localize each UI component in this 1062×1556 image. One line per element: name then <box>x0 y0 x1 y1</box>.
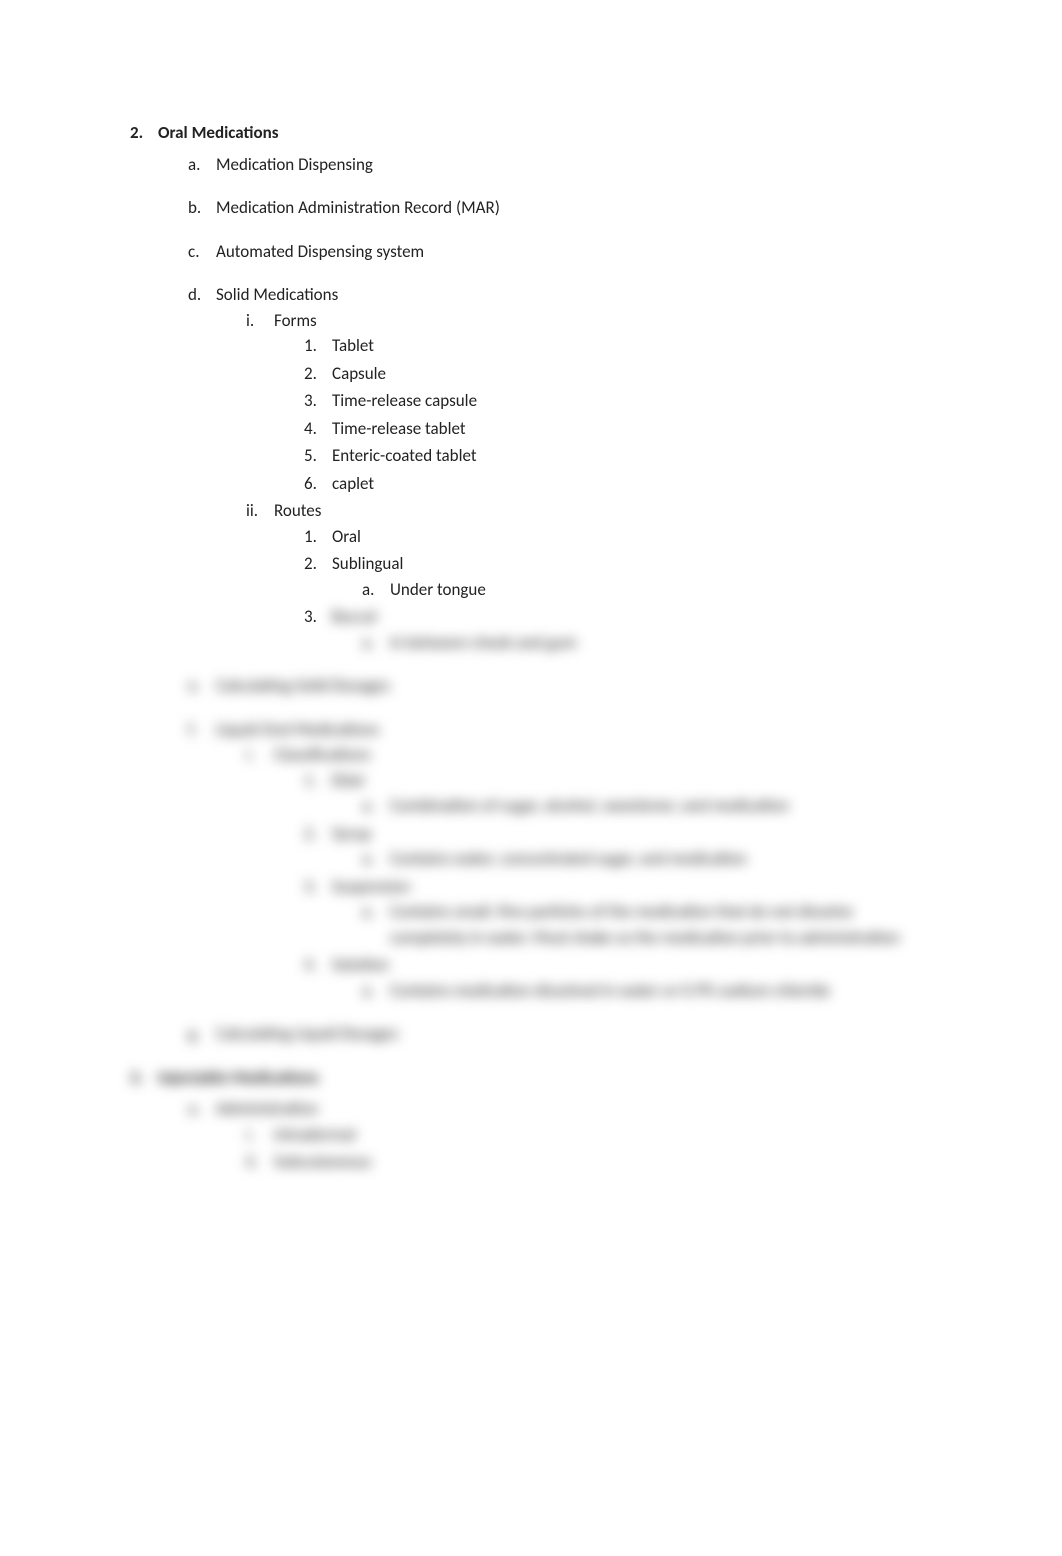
item-text: caplet <box>332 473 374 494</box>
item-text: In between cheek and gum <box>390 632 577 653</box>
item-d-sub: i. Forms 1.Tablet 2.Capsule 3.Time-relea… <box>216 308 932 656</box>
form-2: 2.Capsule <box>304 361 932 387</box>
section-title: Oral Medications <box>158 122 279 143</box>
class-4: 4. Solution a.Contains medication dissol… <box>304 952 932 1003</box>
form-6: 6.caplet <box>304 471 932 497</box>
item-a: a. Medication Dispensing <box>188 152 932 178</box>
route-2: 2. Sublingual a.Under tongue <box>304 551 932 602</box>
item-text: Syrup <box>332 823 371 844</box>
item-text: Elixir <box>332 770 365 791</box>
item-text: Solution <box>332 954 389 975</box>
section-2-items: a. Medication Dispensing b. Medication A… <box>158 152 932 1047</box>
item-f: f. Liquid Oral Medications i. Classifica… <box>188 717 932 1004</box>
routes-list: 1.Oral 2. Sublingual a.Under tongue 3. <box>274 524 932 656</box>
form-1: 1.Tablet <box>304 333 932 359</box>
item-text: Capsule <box>332 363 386 384</box>
item-b: b. Medication Administration Record (MAR… <box>188 195 932 221</box>
item-e: e. Calculating Solid Dosages <box>188 673 932 699</box>
classifications-list: 1. Elixir a.Combination of sugar, alcoho… <box>274 768 932 1004</box>
item-d-ii: ii. Routes 1.Oral 2. Sublingual a.Under … <box>246 498 932 655</box>
item-text: Solid Medications <box>216 284 338 305</box>
item-text: Sublingual <box>332 553 403 574</box>
item-d-i: i. Forms 1.Tablet 2.Capsule 3.Time-relea… <box>246 308 932 497</box>
item-text: Intradermal <box>274 1124 355 1145</box>
item-text: Calculating Liquid Dosages <box>216 1023 398 1044</box>
item-text: Liquid Oral Medications <box>216 719 379 740</box>
form-4: 4.Time-release tablet <box>304 416 932 442</box>
item-text: Medication Administration Record (MAR) <box>216 197 500 218</box>
item-d: d. Solid Medications i. Forms 1.Tablet 2… <box>188 282 932 655</box>
item-f-sub: i. Classifications 1. Elixir a.Combinati… <box>216 742 932 1003</box>
item-text: Calculating Solid Dosages <box>216 675 390 696</box>
item-3a: a. Administration i.Intradermal ii.Subcu… <box>188 1096 932 1175</box>
route-1: 1.Oral <box>304 524 932 550</box>
section-3-items: a. Administration i.Intradermal ii.Subcu… <box>158 1096 932 1175</box>
item-text: Enteric-coated tablet <box>332 445 477 466</box>
item-g: g. Calculating Liquid Dosages <box>188 1021 932 1047</box>
section-title: Injectable Medications <box>158 1067 318 1088</box>
item-text: Buccal <box>332 606 376 627</box>
section-number: 2. <box>130 120 143 146</box>
section-number: 3. <box>130 1065 143 1091</box>
route-3: 3. Buccal a.In between cheek and gum <box>304 604 932 655</box>
item-c: c. Automated Dispensing system <box>188 239 932 265</box>
item-text: Time-release tablet <box>332 418 466 439</box>
class-3: 3. Suspension a.Contains small, fine par… <box>304 874 932 951</box>
buccal-a: a.In between cheek and gum <box>362 630 932 656</box>
item-text: Time-release capsule <box>332 390 477 411</box>
item-text: Administration <box>216 1098 318 1119</box>
item-f-i: i. Classifications 1. Elixir a.Combinati… <box>246 742 932 1003</box>
section-3: 3. Injectable Medications a. Administrat… <box>130 1065 932 1175</box>
item-text: Forms <box>274 310 317 331</box>
item-text: Tablet <box>332 335 374 356</box>
sublingual-sub: a.Under tongue <box>332 577 932 603</box>
item-text: Automated Dispensing system <box>216 241 424 262</box>
outline-root: 2. Oral Medications a. Medication Dispen… <box>130 120 932 1175</box>
class-1: 1. Elixir a.Combination of sugar, alcoho… <box>304 768 932 819</box>
section-2: 2. Oral Medications a. Medication Dispen… <box>130 120 932 1047</box>
sublingual-a: a.Under tongue <box>362 577 932 603</box>
item-text: Contains water, concentrated sugar, and … <box>390 848 747 869</box>
item-text: Contains small, fine particles of the me… <box>390 901 900 948</box>
item-text: Combination of sugar, alcohol, sweetener… <box>390 795 789 816</box>
item-text: Oral <box>332 526 361 547</box>
item-text: Suspension <box>332 876 410 897</box>
item-text: Classifications <box>274 744 370 765</box>
form-5: 5.Enteric-coated tablet <box>304 443 932 469</box>
buccal-sub: a.In between cheek and gum <box>332 630 932 656</box>
form-3: 3.Time-release capsule <box>304 388 932 414</box>
class-2: 2. Syrup a.Contains water, concentrated … <box>304 821 932 872</box>
item-text: Under tongue <box>390 579 486 600</box>
item-text: Routes <box>274 500 321 521</box>
forms-list: 1.Tablet 2.Capsule 3.Time-release capsul… <box>274 333 932 496</box>
item-text: Subcutaneous <box>274 1151 371 1172</box>
item-text: Contains medication dissolved in water o… <box>390 980 830 1001</box>
item-text: Medication Dispensing <box>216 154 373 175</box>
